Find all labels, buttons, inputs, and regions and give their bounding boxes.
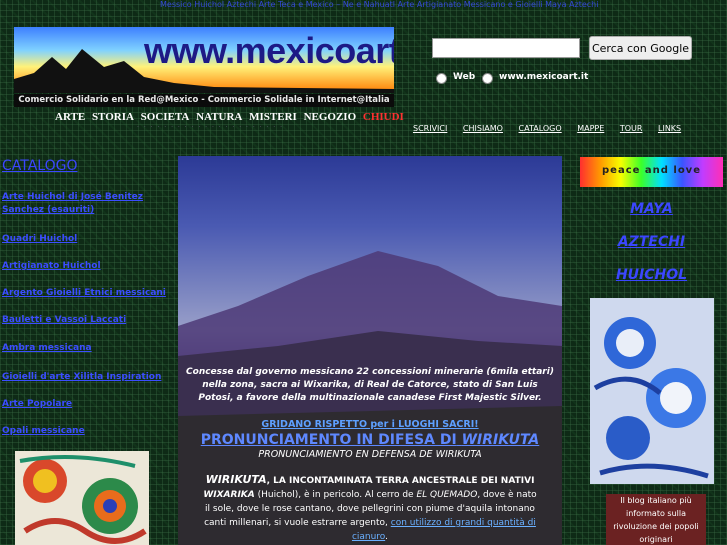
nav-arte[interactable]: ARTE bbox=[55, 111, 85, 123]
site-title: www.mexicoart.it bbox=[144, 30, 394, 71]
radio-web-label: Web bbox=[453, 72, 476, 82]
wixarika-text: (Huichol), è in pericolo. Al cerro de bbox=[254, 490, 417, 500]
radio-web[interactable] bbox=[436, 73, 447, 84]
catalog-item[interactable]: Argento Gioielli Etnici messicani bbox=[2, 287, 172, 300]
catalog-item[interactable]: Gioielli d'arte Xilitla Inspiration bbox=[2, 371, 172, 384]
nav-scrivici[interactable]: SCRIVICI bbox=[413, 124, 447, 133]
site-banner[interactable]: www.mexicoart.it bbox=[14, 27, 394, 93]
catalog-item[interactable]: Arte Huichol di José Benitez Sanchez (es… bbox=[2, 191, 172, 217]
google-search-button[interactable]: Cerca con Google bbox=[589, 36, 692, 60]
nav-negozio[interactable]: NEGOZIO bbox=[304, 111, 357, 123]
link-huichol[interactable]: HUICHOL bbox=[580, 267, 723, 283]
pronunciamento-main: PRONUNCIAMENTO IN DIFESA DI bbox=[200, 432, 457, 448]
catalog-heading[interactable]: CATALOGO bbox=[2, 158, 78, 174]
nav-mappe[interactable]: MAPPE bbox=[577, 124, 604, 133]
right-navigation: SCRIVICI CHISIAMO CATALOGO MAPPE TOUR LI… bbox=[413, 124, 694, 133]
quemado-text: EL QUEMADO bbox=[416, 490, 478, 500]
nav-chiudi[interactable]: CHIUDI bbox=[363, 111, 404, 123]
decorative-dots: · · · · · · · · · · · · · · · · · · · · … bbox=[137, 124, 284, 131]
wirikuta-hero-panel: Concesse dal governo messicano 22 conces… bbox=[178, 156, 562, 545]
link-aztechi[interactable]: AZTECHI bbox=[580, 234, 723, 250]
catalog-item[interactable]: Quadri Huichol bbox=[2, 233, 172, 246]
top-marquee-text: Messico Huichol Aztechi Arte Teca e Mexi… bbox=[160, 0, 599, 9]
hero-end: . bbox=[385, 532, 389, 542]
nav-misteri[interactable]: MISTERI bbox=[249, 111, 297, 123]
site-slogan: Comercio Solidario en la Red@Mexico - Co… bbox=[14, 94, 394, 107]
pronunciamiento-es: PRONUNCIAMIENTO EN DEFENSA DE WIRIKUTA bbox=[258, 449, 482, 460]
search-input[interactable] bbox=[432, 38, 580, 58]
catalog-item[interactable]: Artigianato Huichol bbox=[2, 260, 172, 273]
huichol-beadwork-image[interactable] bbox=[590, 298, 714, 484]
wirikuta-rest: , LA INCONTAMINATA TERRA ANCESTRALE DEI … bbox=[266, 476, 535, 486]
blog-box[interactable]: Il blog italiano più informato sulla riv… bbox=[606, 494, 706, 545]
wixarika-bold: WIXARIKA bbox=[203, 490, 255, 500]
blog-text: Il blog italiano più informato sulla riv… bbox=[613, 496, 699, 544]
nav-links[interactable]: LINKS bbox=[658, 124, 681, 133]
nav-storia[interactable]: STORIA bbox=[92, 111, 134, 123]
link-maya[interactable]: MAYA bbox=[580, 201, 723, 217]
catalog-item[interactable]: Bauletti e Vassoi Laccati bbox=[2, 314, 172, 327]
pronunciamento-italic: WIRIKUTA bbox=[461, 432, 540, 448]
catalog-item[interactable]: Ambra messicana bbox=[2, 342, 172, 355]
pronunciamento-link[interactable]: PRONUNCIAMENTO IN DIFESA DI WIRIKUTA bbox=[178, 432, 562, 448]
peace-and-love-banner[interactable]: peace and love bbox=[580, 157, 723, 187]
gridano-link[interactable]: GRIDANO RISPETTO per i LUOGHI SACRI! bbox=[178, 419, 562, 430]
concessions-text: Concesse dal governo messicano 22 conces… bbox=[186, 367, 554, 403]
catalog-item[interactable]: Arte Popolare bbox=[2, 398, 172, 411]
radio-site-label: www.mexicoart.it bbox=[499, 72, 589, 82]
wirikuta-title: WIRIKUTA bbox=[205, 473, 267, 486]
huichol-artwork-image[interactable] bbox=[15, 451, 149, 545]
peace-text: peace and love bbox=[602, 165, 701, 176]
nav-natura[interactable]: NATURA bbox=[196, 111, 242, 123]
hero-text-block: Concesse dal governo messicano 22 conces… bbox=[178, 366, 562, 544]
top-navigation: ARTE STORIA SOCIETA NATURA MISTERI NEGOZ… bbox=[55, 111, 408, 123]
nav-tour[interactable]: TOUR bbox=[620, 124, 643, 133]
wirikuta-text: WIRIKUTA, LA INCONTAMINATA TERRA ANCESTR… bbox=[178, 473, 562, 544]
nav-chisiamo[interactable]: CHISIAMO bbox=[463, 124, 503, 133]
radio-site[interactable] bbox=[482, 73, 493, 84]
catalog-item[interactable]: Opali messicane bbox=[2, 425, 172, 438]
nav-societa[interactable]: SOCIETA bbox=[141, 111, 190, 123]
nav-catalogo[interactable]: CATALOGO bbox=[519, 124, 562, 133]
